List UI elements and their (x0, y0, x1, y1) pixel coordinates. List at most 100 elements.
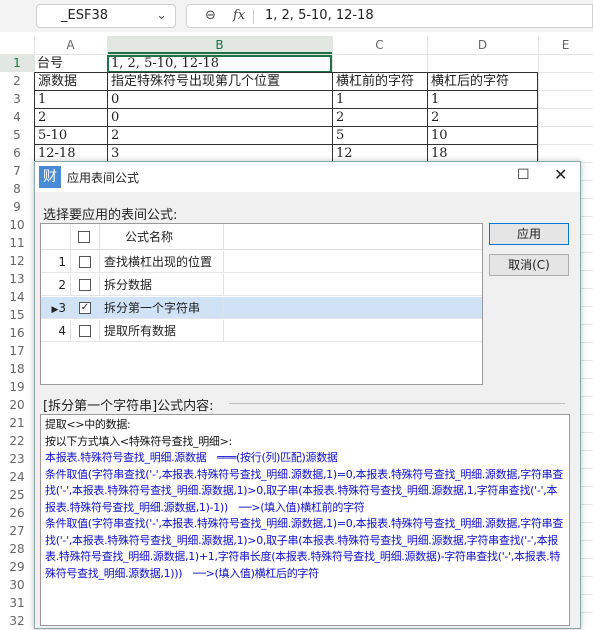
formula-line: 本报表.特殊符号查找_明细.源数据 ═══(按行(列)匹配)源数据 (45, 451, 338, 464)
item-checkbox[interactable] (79, 325, 91, 337)
table-cell[interactable]: 1 (427, 90, 538, 108)
row-header[interactable]: 21 (0, 414, 34, 432)
row-header[interactable]: 23 (0, 450, 34, 468)
dialog-titlebar[interactable]: 财 应用表间公式 ☐ ✕ (35, 162, 580, 192)
column-header-e[interactable]: E (538, 36, 593, 54)
formula-line: 条件取值(字符串查找('-',本报表.特殊符号查找_明细.源数据,1)=0,本报… (45, 517, 564, 580)
row-header[interactable]: 16 (0, 324, 34, 342)
item-name: 查找横杠出现的位置 (104, 255, 213, 269)
row-header[interactable]: 14 (0, 288, 34, 306)
table-cell[interactable]: 18 (427, 144, 538, 162)
row-header[interactable]: 24 (0, 468, 34, 486)
close-icon[interactable]: ✕ (554, 165, 567, 184)
column-header-b[interactable]: B (107, 36, 332, 54)
row-header[interactable]: 4 (0, 108, 34, 126)
table-cell[interactable]: 1 (34, 90, 107, 108)
row-header[interactable]: 20 (0, 396, 34, 414)
table-cell[interactable]: 0 (107, 108, 332, 126)
table-header-cell[interactable]: 横杠后的字符 (427, 72, 538, 90)
maximize-icon[interactable]: ☐ (517, 167, 530, 183)
column-header-c[interactable]: C (332, 36, 427, 54)
formula-list[interactable]: 公式名称 1 查找横杠出现的位置 2 拆分数据 ▶3 ✓ 拆分第一个字符串 4 提取所有数据 (40, 223, 483, 385)
list-item[interactable]: ▶3 ✓ 拆分第一个字符串 (41, 297, 482, 319)
formula-line: 提取<>中的数据: (45, 418, 131, 431)
list-item[interactable]: 4 提取所有数据 (41, 320, 482, 342)
formula-line: 条件取值(字符串查找('-',本报表.特殊符号查找_明细.源数据,1)=0,本报… (45, 467, 564, 514)
row-header[interactable]: 30 (0, 576, 34, 594)
row-header[interactable]: 19 (0, 378, 34, 396)
row-index: 4 (41, 320, 71, 342)
row-header[interactable]: 28 (0, 540, 34, 558)
formula-input[interactable]: ⊖ fx 1, 2, 5-10, 12-18 (186, 4, 593, 28)
table-cell[interactable]: 2 (107, 126, 332, 144)
table-cell[interactable]: 0 (107, 90, 332, 108)
row-header[interactable]: 11 (0, 234, 34, 252)
cell-a1[interactable]: 台号 (34, 55, 63, 73)
row-header[interactable]: 10 (0, 216, 34, 234)
item-name: 拆分数据 (104, 278, 153, 292)
row-header[interactable]: 17 (0, 342, 34, 360)
row-header[interactable]: 31 (0, 594, 34, 612)
content-title: [拆分第一个字符串]公式内容: (43, 399, 214, 414)
row-header[interactable]: 7 (0, 162, 34, 180)
row-header[interactable]: 6 (0, 144, 34, 162)
table-cell[interactable]: 1 (332, 90, 427, 108)
list-item[interactable]: 2 拆分数据 (41, 274, 482, 296)
zoom-icon[interactable]: ⊖ (205, 8, 216, 23)
row-header[interactable]: 5 (0, 126, 34, 144)
item-checkbox[interactable] (79, 256, 91, 268)
row-header[interactable]: 22 (0, 432, 34, 450)
table-cell[interactable]: 12-18 (34, 144, 107, 162)
row-header[interactable]: 26 (0, 504, 34, 522)
row-header[interactable]: 12 (0, 252, 34, 270)
item-name: 拆分第一个字符串 (104, 301, 201, 315)
list-item[interactable]: 1 查找横杠出现的位置 (41, 251, 482, 273)
chevron-down-icon[interactable]: ⌄ (156, 8, 167, 23)
formula-text: 1, 2, 5-10, 12-18 (265, 8, 374, 23)
cancel-button[interactable]: 取消(C) (489, 254, 569, 276)
row-header[interactable]: 32 (0, 612, 34, 630)
table-cell[interactable]: 5-10 (34, 126, 107, 144)
table-header-cell[interactable]: 指定特殊符号出现第几个位置 (107, 72, 332, 90)
row-header[interactable]: 13 (0, 270, 34, 288)
row-header[interactable]: 25 (0, 486, 34, 504)
list-header-index (41, 224, 71, 250)
column-header-a[interactable]: A (34, 36, 107, 54)
row-header[interactable]: 15 (0, 306, 34, 324)
divider (253, 10, 254, 24)
table-cell[interactable]: 5 (332, 126, 427, 144)
row-header[interactable]: 1 (0, 54, 34, 72)
formula-bar: _ESF38 ⌄ ⊖ fx 1, 2, 5-10, 12-18 (0, 0, 593, 32)
table-header-cell[interactable]: 源数据 (34, 72, 107, 90)
fx-icon[interactable]: fx (233, 8, 245, 23)
table-cell[interactable]: 3 (107, 144, 332, 162)
row-header[interactable]: 2 (0, 72, 34, 90)
table-cell[interactable]: 2 (34, 108, 107, 126)
select-all-checkbox[interactable] (78, 231, 90, 243)
row-header[interactable]: 29 (0, 558, 34, 576)
row-index-label: 2 (58, 278, 66, 292)
table-cell[interactable]: 12 (332, 144, 427, 162)
row-header[interactable]: 9 (0, 198, 34, 216)
column-header-d[interactable]: D (427, 36, 538, 54)
formula-line: 按以下方式填入<特殊符号查找_明细>: (45, 434, 232, 448)
table-cell[interactable]: 2 (427, 108, 538, 126)
table-cell[interactable]: 2 (332, 108, 427, 126)
list-header-check[interactable] (71, 224, 100, 250)
row-header[interactable]: 27 (0, 522, 34, 540)
row-index: ▶3 (41, 297, 71, 319)
column-header-bar: A B C D E (0, 36, 593, 54)
name-box[interactable]: _ESF38 ⌄ (36, 4, 176, 28)
item-checkbox[interactable]: ✓ (79, 302, 91, 314)
choose-label: 选择要应用的表间公式: (43, 208, 178, 223)
table-cell[interactable]: 10 (427, 126, 538, 144)
table-header-cell[interactable]: 横杠前的字符 (332, 72, 427, 90)
row-header[interactable]: 3 (0, 90, 34, 108)
row-header[interactable]: 18 (0, 360, 34, 378)
apply-button[interactable]: 应用 (489, 223, 569, 245)
app-icon: 财 (39, 166, 61, 188)
formula-content[interactable]: 提取<>中的数据: 按以下方式填入<特殊符号查找_明细>: 本报表.特殊符号查找_明… (40, 414, 570, 626)
item-checkbox[interactable] (79, 279, 91, 291)
row-index: 2 (41, 274, 71, 296)
row-header[interactable]: 8 (0, 180, 34, 198)
